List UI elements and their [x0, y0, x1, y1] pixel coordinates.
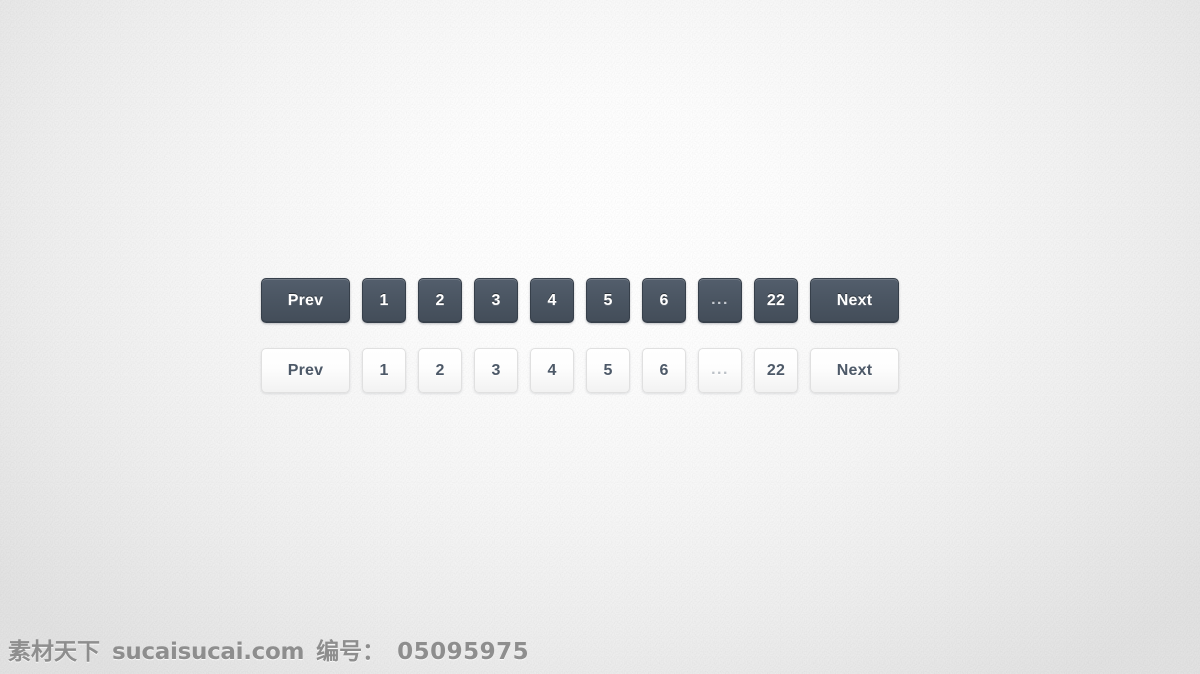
pagination-light-page-5-button[interactable]: 5 — [586, 348, 630, 393]
pagination-dark: Prev 1 2 3 4 5 6... 22 Next — [261, 278, 899, 323]
pagination-light-page-3-button[interactable]: 3 — [474, 348, 518, 393]
pagination-light-page-2-button[interactable]: 2 — [418, 348, 462, 393]
pagination-light-page-2-label: 2 — [435, 361, 445, 379]
pagination-dark-page-22-button[interactable]: 22 — [754, 278, 798, 323]
pagination-dark-next-button[interactable]: Next — [810, 278, 899, 323]
pagination-dark-prev-label: Prev — [287, 291, 324, 309]
pagination-light-ellipsis-label: ... — [711, 361, 729, 379]
pagination-dark-page-4-label: 4 — [547, 291, 557, 309]
pagination-dark-page-3-label: 3 — [491, 291, 501, 309]
watermark-id-label: 编号： — [316, 639, 386, 665]
pagination-dark-page-1-label: 1 — [379, 291, 389, 309]
pagination-light-page-4-label: 4 — [547, 361, 557, 379]
pagination-dark-next-label: Next — [836, 291, 873, 309]
pagination-light-page-5-label: 5 — [603, 361, 613, 379]
pagination-dark-page-3-button[interactable]: 3 — [474, 278, 518, 323]
pagination-light-prev-button[interactable]: Prev — [261, 348, 350, 393]
pagination-dark-prev-button[interactable]: Prev — [261, 278, 350, 323]
pagination-light-page-22-button[interactable]: 22 — [754, 348, 798, 393]
pagination-dark-page-5-label: 5 — [603, 291, 613, 309]
watermark: 素材天下 sucaisucai.com 编号： 05095975 — [8, 632, 529, 666]
pagination-dark-page-6-button[interactable]: 6 — [642, 278, 686, 323]
pagination-light-page-4-button[interactable]: 4 — [530, 348, 574, 393]
pagination-light-ellipsis-button[interactable]: ... — [698, 348, 742, 393]
pagination-light-prev-label: Prev — [287, 361, 324, 379]
pagination-light-page-1-label: 1 — [379, 361, 389, 379]
pagination-dark-page-6-label: 6 — [659, 291, 669, 309]
pagination-light-page-22-label: 22 — [766, 361, 786, 379]
watermark-site: sucaisucai.com — [112, 639, 305, 665]
pagination-light-page-6-button[interactable]: 6 — [642, 348, 686, 393]
pagination-dark-page-5-button[interactable]: 5 — [586, 278, 630, 323]
pagination-light-page-3-label: 3 — [491, 361, 501, 379]
pagination-dark-page-4-button[interactable]: 4 — [530, 278, 574, 323]
pagination-light-next-label: Next — [836, 361, 873, 379]
pagination-dark-page-2-label: 2 — [435, 291, 445, 309]
background-noise-texture — [0, 0, 1200, 674]
pagination-dark-ellipsis-button[interactable]: ... — [698, 278, 742, 323]
pagination-dark-ellipsis-label: ... — [711, 291, 729, 309]
pagination-light-page-1-button[interactable]: 1 — [362, 348, 406, 393]
pagination-light: Prev 1 2 3 4 5 6... 22 Next — [261, 348, 899, 393]
watermark-id-value: 05095975 — [397, 639, 530, 665]
pagination-dark-page-1-button[interactable]: 1 — [362, 278, 406, 323]
page-canvas: Prev 1 2 3 4 5 6... 22 Next Prev 1 2 3 4 5 6... 22 Next … — [0, 0, 1200, 674]
pagination-light-page-6-label: 6 — [659, 361, 669, 379]
pagination-dark-page-22-label: 22 — [766, 291, 786, 309]
watermark-brand: 素材天下 — [8, 639, 100, 665]
pagination-light-next-button[interactable]: Next — [810, 348, 899, 393]
pagination-dark-page-2-button[interactable]: 2 — [418, 278, 462, 323]
